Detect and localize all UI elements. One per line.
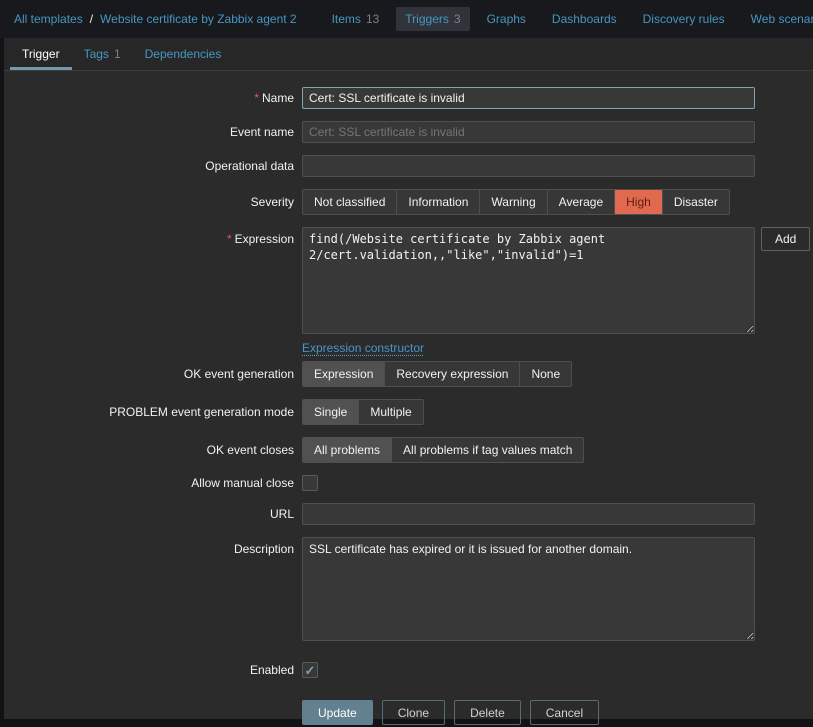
nav-items-count: 13	[366, 12, 379, 26]
expression-textarea[interactable]: find(/Website certificate by Zabbix agen…	[302, 227, 755, 334]
form-actions: Update Clone Delete Cancel	[302, 700, 813, 725]
breadcrumb-template[interactable]: Website certificate by Zabbix agent 2	[100, 12, 297, 26]
ok-event-generation-control: Expression Recovery expression None	[302, 361, 572, 387]
enabled-label: Enabled	[4, 663, 294, 677]
nav-graphs[interactable]: Graphs	[478, 7, 535, 31]
nav-web-scenarios-link[interactable]: Web scenarios	[751, 12, 813, 26]
tab-dependencies-label[interactable]: Dependencies	[145, 47, 222, 61]
breadcrumb-separator: /	[90, 12, 93, 26]
tab-tags[interactable]: Tags 1	[72, 38, 133, 70]
delete-button[interactable]: Delete	[454, 700, 521, 725]
row-severity: Severity Not classified Information Warn…	[4, 189, 813, 215]
url-label: URL	[4, 507, 294, 521]
tab-dependencies[interactable]: Dependencies	[133, 38, 234, 70]
ok-gen-none[interactable]: None	[520, 362, 571, 386]
nav-discovery-rules[interactable]: Discovery rules	[634, 7, 734, 31]
tab-tags-label[interactable]: Tags	[84, 47, 109, 61]
problem-mode-label: PROBLEM event generation mode	[4, 405, 294, 419]
tab-tags-count: 1	[114, 47, 121, 61]
severity-label: Severity	[4, 195, 294, 209]
trigger-form: *Name Event name Operational data Severi…	[4, 71, 813, 725]
clone-button[interactable]: Clone	[382, 700, 445, 725]
nav-items[interactable]: Items 13	[323, 7, 389, 31]
nav-dashboards[interactable]: Dashboards	[543, 7, 626, 31]
expression-label: Expression	[235, 232, 294, 246]
page-content: Trigger Tags 1 Dependencies *Name Event …	[4, 38, 813, 719]
nav-triggers-link[interactable]: Triggers	[405, 12, 449, 26]
row-enabled: Enabled ✓	[4, 662, 813, 678]
template-sections-nav: Items 13 Triggers 3 Graphs Dashboards Di…	[323, 7, 813, 31]
required-asterisk: *	[227, 232, 232, 246]
nav-items-link[interactable]: Items	[332, 12, 361, 26]
problem-mode-single[interactable]: Single	[303, 400, 359, 424]
top-navigation: All templates / Website certificate by Z…	[0, 0, 813, 38]
nav-triggers-count: 3	[454, 12, 461, 26]
event-name-input[interactable]	[302, 121, 755, 143]
row-expression: *Expression find(/Website certificate by…	[4, 227, 813, 355]
tab-trigger[interactable]: Trigger	[10, 38, 72, 70]
ok-closes-all-problems[interactable]: All problems	[303, 438, 392, 462]
row-description: Description SSL certificate has expired …	[4, 537, 813, 644]
severity-average[interactable]: Average	[548, 190, 615, 214]
breadcrumb-all-templates[interactable]: All templates	[14, 12, 83, 26]
severity-warning[interactable]: Warning	[480, 190, 547, 214]
required-asterisk: *	[254, 91, 259, 105]
name-input[interactable]	[302, 87, 755, 109]
ok-event-closes-label: OK event closes	[4, 443, 294, 457]
row-problem-mode: PROBLEM event generation mode Single Mul…	[4, 399, 813, 425]
ok-gen-expression[interactable]: Expression	[303, 362, 385, 386]
severity-high[interactable]: High	[615, 190, 663, 214]
update-button[interactable]: Update	[302, 700, 373, 725]
severity-information[interactable]: Information	[397, 190, 480, 214]
severity-control: Not classified Information Warning Avera…	[302, 189, 730, 215]
allow-manual-close-label: Allow manual close	[4, 476, 294, 490]
nav-graphs-link[interactable]: Graphs	[487, 12, 526, 26]
tab-trigger-label: Trigger	[22, 47, 60, 61]
ok-closes-tag-match[interactable]: All problems if tag values match	[392, 438, 583, 462]
checkmark-icon: ✓	[305, 664, 316, 677]
cancel-button[interactable]: Cancel	[530, 700, 599, 725]
nav-triggers[interactable]: Triggers 3	[396, 7, 469, 31]
expression-add-button[interactable]: Add	[761, 227, 810, 251]
row-ok-event-closes: OK event closes All problems All problem…	[4, 437, 813, 463]
enabled-checkbox[interactable]: ✓	[302, 662, 318, 678]
description-label: Description	[4, 537, 294, 556]
operational-data-label: Operational data	[4, 159, 294, 173]
ok-event-generation-label: OK event generation	[4, 367, 294, 381]
ok-event-closes-control: All problems All problems if tag values …	[302, 437, 584, 463]
row-ok-event-generation: OK event generation Expression Recovery …	[4, 361, 813, 387]
severity-not-classified[interactable]: Not classified	[303, 190, 397, 214]
allow-manual-close-checkbox[interactable]: ✓	[302, 475, 318, 491]
problem-mode-control: Single Multiple	[302, 399, 424, 425]
expression-constructor-link[interactable]: Expression constructor	[302, 341, 424, 355]
row-name: *Name	[4, 87, 813, 109]
description-textarea[interactable]: SSL certificate has expired or it is iss…	[302, 537, 755, 641]
row-operational-data: Operational data	[4, 155, 813, 177]
row-url: URL	[4, 503, 813, 525]
operational-data-input[interactable]	[302, 155, 755, 177]
nav-dashboards-link[interactable]: Dashboards	[552, 12, 617, 26]
trigger-tabs: Trigger Tags 1 Dependencies	[4, 38, 813, 71]
event-name-label: Event name	[4, 125, 294, 139]
url-input[interactable]	[302, 503, 755, 525]
nav-web-scenarios[interactable]: Web scenarios	[742, 7, 813, 31]
ok-gen-recovery-expression[interactable]: Recovery expression	[385, 362, 520, 386]
name-label: Name	[262, 91, 294, 105]
row-event-name: Event name	[4, 121, 813, 143]
problem-mode-multiple[interactable]: Multiple	[359, 400, 422, 424]
severity-disaster[interactable]: Disaster	[663, 190, 729, 214]
row-allow-manual-close: Allow manual close ✓	[4, 475, 813, 491]
nav-discovery-rules-link[interactable]: Discovery rules	[643, 12, 725, 26]
